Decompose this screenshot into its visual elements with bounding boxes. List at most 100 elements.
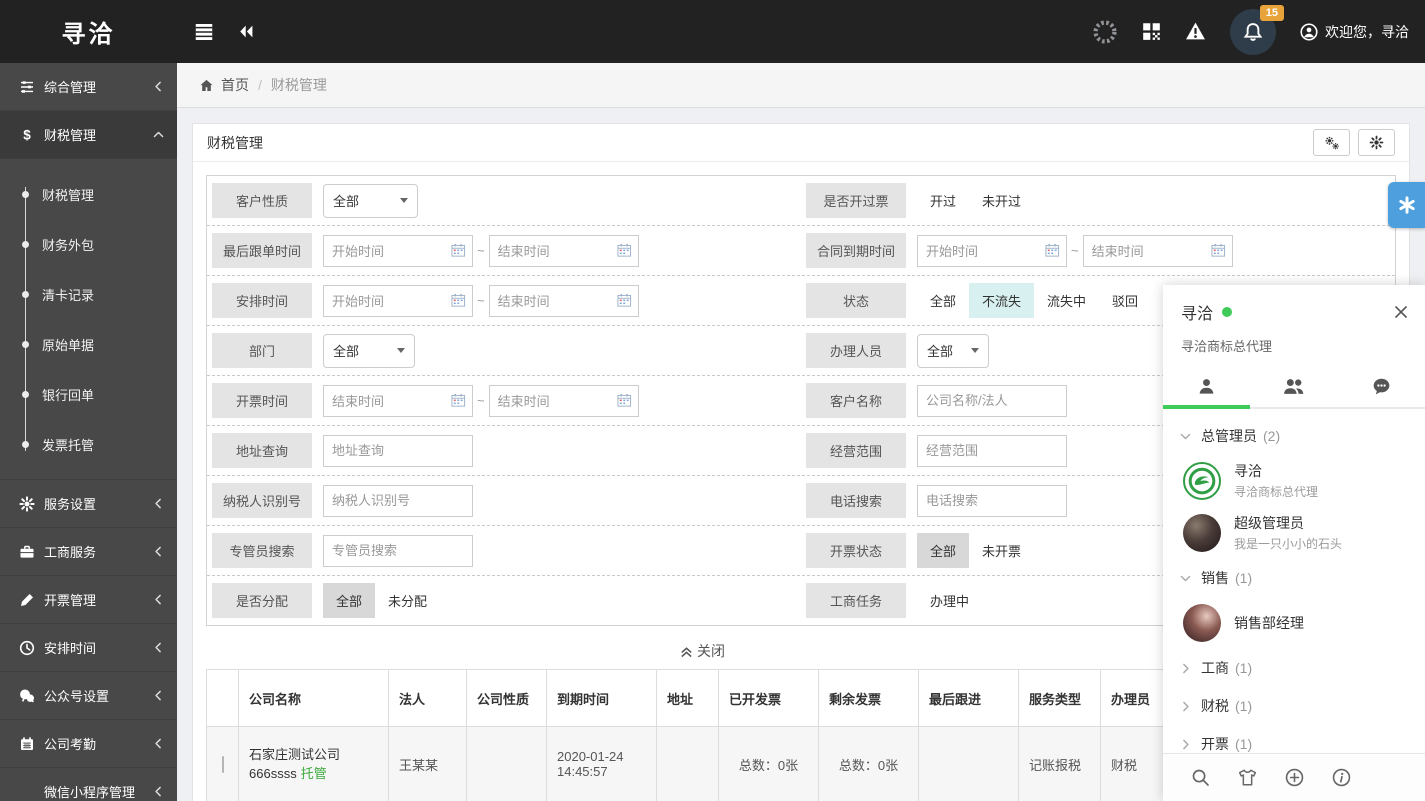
filter-option[interactable]: 未分配 (375, 583, 440, 618)
date-end-input[interactable]: 结束时间 (489, 385, 639, 417)
columns-settings-button[interactable] (1313, 129, 1350, 156)
filter-options: 办理中 (917, 583, 982, 618)
online-status-dot (1222, 307, 1232, 317)
contact-group-header[interactable]: 总管理员(2) (1163, 417, 1425, 455)
chat-bubble-icon (1372, 377, 1391, 396)
filter-option[interactable]: 开过 (917, 183, 969, 218)
sidebar-submenu: 财税管理财务外包清卡记录原始单据银行回单发票托管 (0, 159, 177, 480)
filter-option[interactable]: 未开票 (969, 533, 1034, 568)
filter-select[interactable]: 全部 (917, 334, 989, 368)
sidebar-subitem[interactable]: 财税管理 (0, 169, 177, 219)
filter-option[interactable]: 全部 (917, 533, 969, 568)
filter-option[interactable]: 流失中 (1034, 283, 1099, 318)
menu-toggle-icon[interactable] (193, 21, 215, 43)
tab-messages[interactable] (1338, 365, 1425, 407)
contact-group-name: 开票 (1201, 734, 1229, 753)
calendar-icon (16, 736, 38, 752)
chevron-left-icon (152, 737, 165, 750)
chevron-left-icon (152, 80, 165, 93)
filter-text-input[interactable] (917, 485, 1067, 517)
contact-item[interactable]: 超级管理员我是一只小小的石头 (1163, 507, 1425, 559)
add-icon[interactable] (1285, 768, 1304, 787)
notifications-button[interactable]: 15 (1230, 9, 1276, 55)
filter-date-range: 开始时间~结束时间 (917, 235, 1233, 267)
contact-desc: 我是一只小小的石头 (1234, 535, 1342, 552)
collapse-filters-link[interactable]: 关闭 (679, 641, 725, 661)
tab-contacts[interactable] (1163, 365, 1250, 407)
contact-group-header[interactable]: 销售(1) (1163, 559, 1425, 597)
collapse-sidebar-icon[interactable] (237, 23, 254, 40)
date-end-input[interactable]: 结束时间 (1083, 235, 1233, 267)
sidebar-item[interactable]: 综合管理 (0, 63, 177, 111)
date-start-input[interactable]: 开始时间 (323, 285, 473, 317)
contact-name: 销售部经理 (1234, 614, 1304, 632)
avatar (1183, 604, 1221, 642)
sidebar-item[interactable]: 公众号设置 (0, 672, 177, 720)
sidebar-item[interactable]: $财税管理 (0, 111, 177, 159)
sidebar-item[interactable]: 服务设置 (0, 480, 177, 528)
wechat-icon (16, 688, 38, 704)
contact-group-header[interactable]: 财税(1) (1163, 687, 1425, 725)
filter-select[interactable]: 全部 (323, 334, 415, 368)
breadcrumb-home[interactable]: 首页 (199, 75, 249, 95)
filter-text-input[interactable] (323, 485, 473, 517)
search-icon[interactable] (1191, 768, 1210, 787)
close-icon[interactable] (1393, 304, 1409, 320)
filter-row: 客户性质全部是否开过票开过未开过 (207, 176, 1395, 226)
app-logo[interactable]: 寻洽 (0, 0, 177, 63)
filter-text-input[interactable] (323, 435, 473, 467)
filter-option[interactable]: 驳回 (1099, 283, 1151, 318)
sidebar-item[interactable]: 工商服务 (0, 528, 177, 576)
contact-name: 超级管理员 (1234, 514, 1342, 532)
filter-label: 客户性质 (212, 183, 312, 218)
table-cell-service: 记账报税 (1019, 727, 1101, 801)
date-start-input[interactable]: 开始时间 (917, 235, 1067, 267)
filter-text-input[interactable] (917, 385, 1067, 417)
sidebar-item[interactable]: 微信小程序管理 (0, 768, 177, 801)
filter-option[interactable]: 全部 (917, 283, 969, 318)
date-start-input[interactable]: 开始时间 (323, 235, 473, 267)
contact-item[interactable]: 寻洽寻洽商标总代理 (1163, 455, 1425, 507)
loading-spinner-icon[interactable] (1092, 19, 1118, 45)
sidebar-item-label: 公众号设置 (44, 686, 109, 705)
range-separator: ~ (477, 393, 485, 408)
filter-text-input[interactable] (917, 435, 1067, 467)
sidebar-item-label: 财税管理 (44, 125, 96, 144)
filter-option[interactable]: 全部 (323, 583, 375, 618)
filter-option[interactable]: 办理中 (917, 583, 982, 618)
sidebar-item-label: 公司考勤 (44, 734, 96, 753)
date-end-input[interactable]: 结束时间 (489, 235, 639, 267)
sidebar-item[interactable]: 安排时间 (0, 624, 177, 672)
warning-icon[interactable] (1185, 21, 1206, 42)
filter-select[interactable]: 全部 (323, 184, 418, 218)
avatar (1183, 462, 1221, 500)
sidebar-item[interactable]: 开票管理 (0, 576, 177, 624)
filter-cell: 客户性质全部 (207, 176, 801, 225)
contact-group-header[interactable]: 工商(1) (1163, 649, 1425, 687)
filter-option[interactable]: 不流失 (969, 283, 1034, 318)
settings-button[interactable] (1358, 129, 1395, 156)
date-start-input[interactable]: 结束时间 (323, 385, 473, 417)
theme-icon[interactable] (1238, 768, 1257, 787)
filter-text-input[interactable] (323, 535, 473, 567)
contact-name: 寻洽 (1234, 462, 1318, 480)
user-menu[interactable]: 欢迎您，寻洽 (1300, 22, 1409, 42)
chevron-left-icon (152, 545, 165, 558)
sidebar-subitem[interactable]: 财务外包 (0, 219, 177, 269)
info-icon[interactable] (1332, 768, 1351, 787)
sidebar-subitem[interactable]: 清卡记录 (0, 269, 177, 319)
sidebar-subitem[interactable]: 发票托管 (0, 419, 177, 469)
sidebar-item[interactable]: 公司考勤 (0, 720, 177, 768)
quick-tools-float-button[interactable] (1388, 182, 1425, 228)
filter-option[interactable]: 未开过 (969, 183, 1034, 218)
date-end-input[interactable]: 结束时间 (489, 285, 639, 317)
contact-group-header[interactable]: 开票 (1) (1163, 725, 1425, 753)
tab-groups[interactable] (1250, 365, 1337, 407)
qr-code-icon[interactable] (1142, 22, 1161, 41)
sidebar-subitem[interactable]: 银行回单 (0, 369, 177, 419)
row-checkbox[interactable] (222, 756, 224, 773)
contact-group-count: (1) (1235, 736, 1252, 752)
contact-item[interactable]: 销售部经理 (1163, 597, 1425, 649)
table-header-cell: 最后跟进 (919, 670, 1019, 727)
sidebar-subitem[interactable]: 原始单据 (0, 319, 177, 369)
